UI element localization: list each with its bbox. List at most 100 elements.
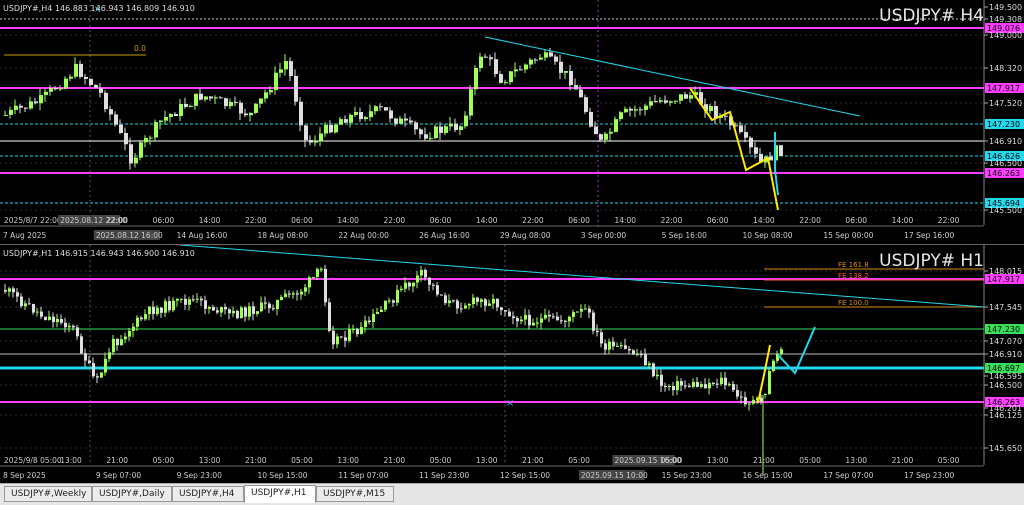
candle-body — [528, 314, 531, 326]
candle-body — [369, 111, 373, 118]
candle-body — [234, 101, 238, 103]
fib-expansion-label: FE 138.2 — [838, 272, 869, 280]
candle-body — [229, 101, 233, 107]
candle-body — [159, 120, 163, 123]
time-label-top: 21:00 — [245, 456, 267, 465]
candle-body — [572, 312, 575, 317]
time-label-top: 14:00 — [614, 216, 636, 225]
candle-body — [344, 119, 348, 123]
candle-body — [772, 360, 775, 371]
candle-body — [674, 100, 678, 102]
time-label-top: 14:00 — [199, 216, 221, 225]
candle-body — [612, 341, 615, 347]
candle-body — [524, 64, 528, 70]
candle-body — [320, 268, 323, 270]
candle-body — [532, 322, 535, 326]
price-level-label: 146.263 — [987, 169, 1020, 178]
time-label-bottom: 17 Sep 16:00 — [904, 231, 954, 240]
candle-body — [680, 381, 683, 386]
tab-usdjpy-h1[interactable]: USDJPY#,H1 — [244, 485, 316, 503]
time-label-bottom: 18 Aug 08:00 — [258, 231, 309, 240]
candle-body — [668, 386, 671, 388]
candle-body — [264, 302, 267, 304]
tab-usdjpy-weekly[interactable]: USDJPY#,Weekly — [4, 486, 92, 502]
candle-body — [136, 317, 139, 327]
candle-body — [549, 52, 553, 57]
candle-body — [9, 109, 13, 115]
candle-body — [508, 311, 511, 317]
candle-body — [364, 117, 368, 120]
candle-body — [329, 124, 333, 133]
h4-chart-pane[interactable]: 0.0 × 149.500 149.308 149.076 149.000 148.320 1… — [0, 0, 1024, 243]
fib-expansion-label: FE 100.0 — [838, 299, 869, 307]
candle-body — [74, 63, 78, 77]
time-label-top: 21:00 — [753, 456, 775, 465]
candle-body — [352, 329, 355, 331]
candle-body — [384, 107, 388, 111]
price-tick-label: 147.545 — [989, 303, 1022, 312]
time-label-top: 2025/8/7 22:00 — [4, 216, 62, 225]
time-label-bottom: 9 Sep 23:00 — [177, 471, 223, 480]
candle-body — [604, 343, 607, 350]
candle-body — [359, 111, 363, 120]
tab-usdjpy-daily[interactable]: USDJPY#,Daily — [92, 486, 172, 502]
candle-body — [656, 374, 659, 377]
candle-body — [72, 325, 75, 328]
candle-body — [768, 370, 771, 394]
candle-body — [200, 298, 203, 301]
tab-usdjpy-m15[interactable]: USDJPY#,M15 — [316, 486, 394, 502]
candle-body — [140, 317, 143, 320]
time-label-bottom: 17 Sep 23:00 — [904, 471, 954, 480]
price-tick-label: 147.520 — [989, 99, 1022, 108]
candle-body — [449, 123, 453, 127]
time-label-bottom: 5 Sep 16:00 — [662, 231, 708, 240]
candle-body — [640, 354, 643, 356]
tab-usdjpy-h4[interactable]: USDJPY#,H4 — [172, 486, 244, 502]
candle-body — [504, 310, 507, 312]
candle-body — [660, 374, 663, 386]
time-label-top: 05:00 — [153, 456, 175, 465]
candle-body — [696, 381, 699, 387]
candle-body — [688, 385, 691, 387]
candle-body — [648, 363, 651, 366]
x-marker: × — [506, 398, 514, 409]
candle-body — [39, 95, 43, 104]
candle-body — [679, 94, 683, 101]
candle-body — [644, 105, 648, 110]
candle-body — [529, 59, 533, 65]
candle-body — [614, 119, 618, 132]
candle-body — [384, 300, 387, 310]
time-label-top: 06:00 — [845, 216, 867, 225]
time-label-top: 05:00 — [799, 456, 821, 465]
candle-body — [14, 105, 18, 110]
candle-body — [349, 114, 353, 123]
candle-body — [520, 319, 523, 322]
candle-body — [448, 300, 451, 304]
candle-body — [104, 92, 108, 110]
candle-body — [364, 320, 367, 328]
h4-watermark: USDJPY# H4 — [879, 6, 984, 26]
candle-body — [724, 377, 727, 386]
time-label-bottom: 2025.08.12 16:00 — [96, 231, 163, 240]
candle-body — [219, 97, 223, 99]
candle-body — [594, 126, 598, 135]
candle-body — [360, 327, 363, 335]
candle-body — [752, 399, 755, 404]
candle-body — [119, 124, 123, 134]
candle-body — [24, 107, 28, 109]
candle-body — [672, 386, 675, 391]
candle-body — [709, 105, 713, 112]
candle-body — [328, 302, 331, 331]
candle-body — [124, 336, 127, 340]
time-label-top: 22:00 — [245, 216, 267, 225]
candle-body — [248, 306, 251, 317]
h1-chart-pane[interactable]: FE 161.8 FE 138.2 FE 100.0 × 148.015 147.917 1… — [0, 244, 1024, 483]
candle-body — [309, 140, 313, 143]
time-label-top: 14:00 — [337, 216, 359, 225]
h4-chart-canvas[interactable]: 0.0× 149.500149.308149.076149.000148.3201… — [0, 0, 1024, 243]
candle-body — [80, 336, 83, 354]
candle-body — [779, 145, 783, 156]
candle-body — [724, 115, 728, 117]
h1-chart-canvas[interactable]: FE 161.8FE 138.2FE 100.0×148.015147.9171… — [0, 245, 1024, 483]
candle-body — [259, 98, 263, 104]
